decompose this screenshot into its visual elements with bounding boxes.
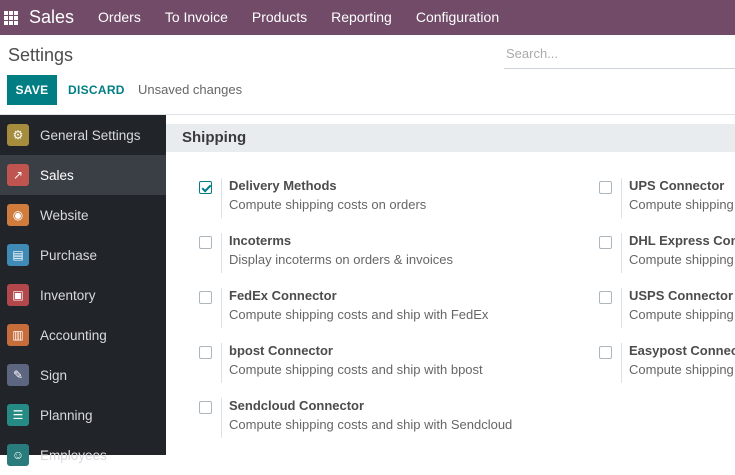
checkbox-bpost-connector[interactable] — [199, 346, 212, 359]
divider — [621, 343, 622, 383]
sidebar-item-label: Inventory — [40, 287, 96, 303]
divider — [621, 178, 622, 218]
setting-title: bpost Connector — [229, 343, 333, 358]
section-title-shipping: Shipping — [166, 124, 735, 152]
sidebar-item-label: Accounting — [40, 327, 107, 343]
divider — [221, 233, 222, 273]
box-icon: ▣ — [7, 284, 29, 306]
gear-icon: ⚙ — [7, 124, 29, 146]
setting-description: Compute shipping costs on orders — [229, 197, 427, 212]
sidebar-item-label: Website — [40, 207, 89, 223]
checkbox-easypost-connector[interactable] — [599, 346, 612, 359]
divider — [221, 343, 222, 383]
top-navbar: Sales Orders To Invoice Products Reporti… — [0, 0, 735, 35]
checkbox-sendcloud-connector[interactable] — [199, 401, 212, 414]
setting-description: Compute shipping costs and ship with DHL — [629, 252, 735, 267]
sidebar-item-label: Employees — [40, 447, 107, 463]
sidebar-item-label: Sales — [40, 167, 74, 183]
chart-icon: ↗ — [7, 164, 29, 186]
checkbox-usps-connector[interactable] — [599, 291, 612, 304]
search-input[interactable]: Search... — [504, 43, 735, 69]
setting-title: USPS Connector — [629, 288, 734, 303]
discard-button[interactable]: DISCARD — [63, 75, 130, 105]
setting-description: Compute shipping costs and ship with bpo… — [229, 362, 483, 377]
setting-sendcloud-connector: Sendcloud Connector Compute shipping cost… — [199, 398, 599, 438]
setting-title: FedEx Connector — [229, 288, 337, 303]
divider — [621, 288, 622, 328]
sign-icon: ✎ — [7, 364, 29, 386]
setting-fedex-connector: FedEx Connector Compute shipping costs an… — [199, 288, 599, 328]
checkbox-fedex-connector[interactable] — [199, 291, 212, 304]
control-panel: Settings Search... SAVE DISCARD Unsaved … — [0, 35, 735, 115]
setting-description: Compute shipping costs and ship with Eas… — [629, 362, 735, 377]
sidebar-item-label: Purchase — [40, 247, 98, 263]
sidebar-item-general-settings[interactable]: ⚙ General Settings — [0, 115, 166, 155]
divider — [621, 233, 622, 273]
setting-title: Incoterms — [229, 233, 292, 248]
setting-title: Delivery Methods — [229, 178, 337, 193]
sidebar-item-sales[interactable]: ↗ Sales — [0, 155, 166, 195]
sidebar-item-planning[interactable]: ☰ Planning — [0, 395, 166, 435]
menu-reporting[interactable]: Reporting — [319, 0, 404, 35]
setting-bpost-connector: bpost Connector Compute shipping costs an… — [199, 343, 599, 383]
checkbox-ups-connector[interactable] — [599, 181, 612, 194]
card-icon: ▤ — [7, 244, 29, 266]
setting-description: Compute shipping costs and ship with Sen… — [229, 417, 513, 432]
divider — [221, 178, 222, 218]
sidebar-item-accounting[interactable]: ▥ Accounting — [0, 315, 166, 355]
people-icon: ☺ — [7, 444, 29, 466]
setting-easypost-connector: Easypost Connector Compute shipping costs… — [599, 343, 735, 383]
sidebar-item-inventory[interactable]: ▣ Inventory — [0, 275, 166, 315]
setting-dhl-express-connector: DHL Express Connector Compute shipping co… — [599, 233, 735, 273]
sidebar-item-purchase[interactable]: ▤ Purchase — [0, 235, 166, 275]
sidebar-item-label: Planning — [40, 407, 93, 423]
apps-grid-icon[interactable] — [4, 10, 18, 25]
setting-description: Display incoterms on orders & invoices — [229, 252, 453, 267]
sidebar-item-website[interactable]: ◉ Website — [0, 195, 166, 235]
setting-title: DHL Express Connector — [629, 233, 735, 248]
checkbox-delivery-methods[interactable] — [199, 181, 212, 194]
setting-description: Compute shipping costs and ship with UPS — [629, 197, 735, 212]
setting-usps-connector: USPS Connector Compute shipping costs and… — [599, 288, 735, 328]
menu-products[interactable]: Products — [240, 0, 319, 35]
sidebar-item-employees[interactable]: ☺ Employees — [0, 435, 166, 475]
sidebar-item-label: General Settings — [40, 127, 141, 143]
setting-incoterms: Incoterms Display incoterms on orders & i… — [199, 233, 599, 273]
sidebar-item-label: Sign — [40, 367, 68, 383]
setting-title: Sendcloud Connector — [229, 398, 365, 413]
setting-title: UPS Connector — [629, 178, 725, 193]
menu-configuration[interactable]: Configuration — [404, 0, 511, 35]
save-button[interactable]: SAVE — [7, 75, 57, 105]
settings-sidebar: ⚙ General Settings ↗ Sales ◉ Website ▤ Purchase… — [0, 115, 166, 466]
checkbox-dhl-express-connector[interactable] — [599, 236, 612, 249]
checkbox-incoterms[interactable] — [199, 236, 212, 249]
ledger-icon: ▥ — [7, 324, 29, 346]
setting-title: Easypost Connector — [629, 343, 735, 358]
setting-description: Compute shipping costs and ship with Fed… — [229, 307, 489, 322]
globe-icon: ◉ — [7, 204, 29, 226]
sidebar-item-sign[interactable]: ✎ Sign — [0, 355, 166, 395]
setting-description: Compute shipping costs and ship with USP… — [629, 307, 735, 322]
app-brand[interactable]: Sales — [29, 7, 74, 28]
setting-ups-connector: UPS Connector Compute shipping costs and … — [599, 178, 735, 218]
menu-orders[interactable]: Orders — [86, 0, 153, 35]
setting-delivery-methods: Delivery Methods Compute shipping costs o… — [199, 178, 599, 218]
settings-content: Shipping UPS Connector Compute shipping c… — [166, 115, 735, 455]
divider — [221, 398, 222, 438]
unsaved-status: Unsaved changes — [138, 82, 243, 97]
page-title: Settings — [8, 45, 74, 65]
divider — [221, 288, 222, 328]
menu-to-invoice[interactable]: To Invoice — [153, 0, 240, 35]
planning-icon: ☰ — [7, 404, 29, 426]
